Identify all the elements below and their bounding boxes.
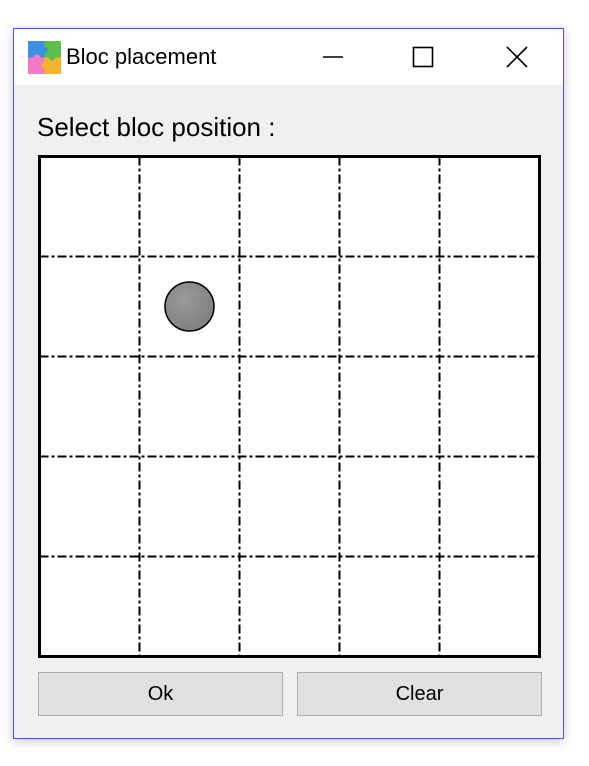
grid-cell-r3-c1[interactable] [39, 356, 140, 457]
grid-cell-r5-c3[interactable] [239, 556, 340, 657]
grid-cell-r5-c2[interactable] [139, 556, 240, 657]
grid-cell-r3-c5[interactable] [439, 356, 540, 457]
grid-cell-r4-c2[interactable] [139, 456, 240, 557]
grid-cell-r2-c5[interactable] [439, 256, 540, 357]
grid-cell-r2-c3[interactable] [239, 256, 340, 357]
puzzle-icon [28, 41, 61, 74]
window-title: Bloc placement [66, 44, 217, 69]
prompt-label: Select bloc position : [37, 112, 276, 142]
grid-cell-r1-c3[interactable] [239, 156, 340, 257]
grid-cell-r4-c1[interactable] [39, 456, 140, 557]
grid-cell-r5-c4[interactable] [339, 556, 440, 657]
minimize-icon [322, 46, 344, 68]
grid-cell-r5-c5[interactable] [439, 556, 540, 657]
close-button[interactable] [470, 29, 563, 85]
bloc-marker[interactable] [164, 281, 215, 332]
grid-cell-r4-c4[interactable] [339, 456, 440, 557]
position-grid-canvas[interactable] [38, 155, 541, 658]
ok-button[interactable]: Ok [38, 672, 283, 716]
grid-cell-r5-c1[interactable] [39, 556, 140, 657]
grid-cell-r1-c1[interactable] [39, 156, 140, 257]
maximize-button[interactable] [378, 29, 468, 85]
grid-cell-r3-c2[interactable] [139, 356, 240, 457]
grid-cell-r1-c5[interactable] [439, 156, 540, 257]
grid-cell-r2-c1[interactable] [39, 256, 140, 357]
grid-cell-r4-c5[interactable] [439, 456, 540, 557]
grid-cell-r1-c4[interactable] [339, 156, 440, 257]
grid-cell-r3-c4[interactable] [339, 356, 440, 457]
dialog-window: Bloc placement Select bloc position: Ok… [13, 28, 564, 739]
grid-cell-r3-c3[interactable] [239, 356, 340, 457]
title-bar[interactable]: Bloc placement [14, 29, 563, 85]
grid-cell-r2-c4[interactable] [339, 256, 440, 357]
clear-button[interactable]: Clear [297, 672, 542, 716]
position-grid[interactable] [38, 155, 541, 658]
minimize-button[interactable] [288, 29, 378, 85]
maximize-icon [412, 46, 434, 68]
grid-cell-r4-c3[interactable] [239, 456, 340, 557]
grid-cell-r1-c2[interactable] [139, 156, 240, 257]
close-icon [505, 46, 528, 68]
